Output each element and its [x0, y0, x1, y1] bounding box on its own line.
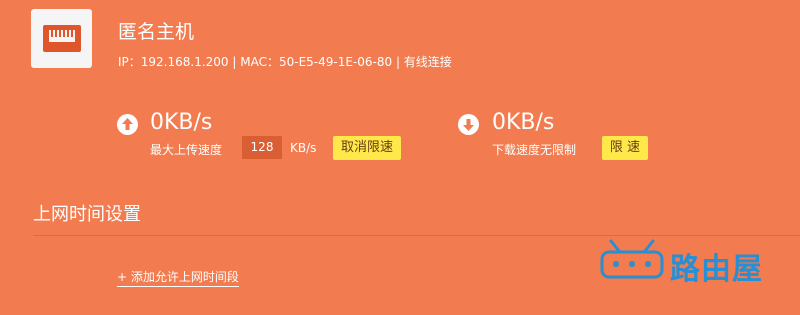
download-limit-label: 下载速度无限制 — [492, 143, 577, 157]
upload-speed: 0KB/s — [150, 110, 213, 135]
upload-limit-label: 最大上传速度 — [150, 143, 223, 157]
device-info: IP：192.168.1.200 | MAC：50-E5-49-1E-06-80… — [118, 55, 452, 69]
upload-limit-value[interactable]: 128 — [242, 136, 282, 159]
download-arrow-icon — [458, 114, 479, 135]
upload-arrow-icon — [117, 114, 138, 135]
set-limit-button[interactable]: 限 速 — [602, 136, 648, 160]
download-speed: 0KB/s — [492, 110, 555, 135]
schedule-title: 上网时间设置 — [33, 204, 141, 225]
add-time-period-link[interactable]: + 添加允许上网时间段 — [117, 268, 239, 287]
device-name: 匿名主机 — [118, 21, 195, 43]
router-logo-icon — [599, 239, 665, 285]
divider — [33, 235, 800, 236]
watermark-text: 路由屋 — [670, 252, 763, 287]
upload-limit-unit: KB/s — [290, 141, 317, 155]
cancel-limit-button[interactable]: 取消限速 — [333, 136, 401, 160]
ethernet-port-icon — [31, 9, 92, 68]
